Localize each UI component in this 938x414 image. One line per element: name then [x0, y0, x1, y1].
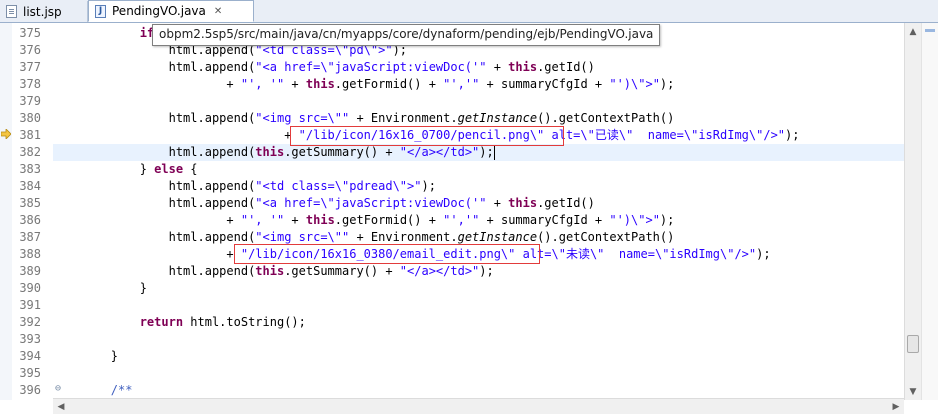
- tab-label: list.jsp: [23, 4, 62, 19]
- line-number-gutter: 375 376 377 378 379 380 381 382 383 384 385 386 387 3…: [12, 23, 61, 400]
- editor-tab-bar: list.jsp J PendingVO.java ✕: [0, 0, 938, 23]
- annotation-box-email-edit-path: [234, 244, 540, 264]
- tab-pendingvo-java[interactable]: J PendingVO.java ✕: [88, 0, 254, 22]
- code-line[interactable]: /**: [53, 382, 904, 399]
- code-line[interactable]: [53, 365, 904, 382]
- scroll-right-icon[interactable]: ▶: [888, 399, 904, 414]
- line-number: 396: [19, 383, 41, 397]
- code-line[interactable]: + "', '" + this.getFormid() + "','" + su…: [53, 76, 904, 93]
- code-line[interactable]: } else {: [53, 161, 904, 178]
- line-number: 393: [19, 332, 41, 346]
- code-line[interactable]: }: [53, 348, 904, 365]
- vertical-scroll-thumb[interactable]: [907, 335, 919, 353]
- line-number: 392: [19, 315, 41, 329]
- vertical-scrollbar[interactable]: ▲ ▼: [904, 23, 921, 400]
- line-number: 395: [19, 366, 41, 380]
- code-line[interactable]: html.append(this.getSummary() + "</a></t…: [53, 263, 904, 280]
- line-number: 379: [19, 94, 41, 108]
- code-line[interactable]: html.append(this.getSummary() + "</a></t…: [53, 144, 904, 161]
- code-line[interactable]: [53, 331, 904, 348]
- line-number: 389: [19, 264, 41, 278]
- line-number: 385: [19, 196, 41, 210]
- java-file-icon: J: [95, 4, 106, 18]
- code-line[interactable]: [53, 93, 904, 110]
- scroll-up-icon[interactable]: ▲: [905, 23, 921, 40]
- file-path-tooltip: obpm2.5sp5/src/main/java/cn/myapps/core/…: [152, 24, 661, 46]
- line-number: 382: [19, 145, 41, 159]
- code-line[interactable]: }: [53, 280, 904, 297]
- text-caret: [493, 145, 495, 160]
- line-number: 387: [19, 230, 41, 244]
- scroll-left-icon[interactable]: ◀: [53, 399, 69, 414]
- overview-ruler[interactable]: [921, 23, 938, 400]
- line-number: 378: [19, 77, 41, 91]
- line-number: 383: [19, 162, 41, 176]
- tab-list-jsp[interactable]: list.jsp: [0, 1, 88, 22]
- line-number: 375: [19, 26, 41, 40]
- code-line[interactable]: html.append("<a href=\"javaScript:viewDo…: [53, 59, 904, 76]
- code-line[interactable]: html.append("<img src=\"" + Environment.…: [53, 110, 904, 127]
- code-line[interactable]: return html.toString();: [53, 314, 904, 331]
- horizontal-scrollbar[interactable]: ◀ ▶: [53, 398, 904, 414]
- scroll-down-icon[interactable]: ▼: [905, 383, 921, 400]
- line-number: 391: [19, 298, 41, 312]
- line-number: 376: [19, 43, 41, 57]
- line-number: 390: [19, 281, 41, 295]
- line-number: 394: [19, 349, 41, 363]
- code-editor[interactable]: 375 376 377 378 379 380 381 382 383 384 385 386 387 3…: [0, 23, 938, 400]
- line-number: 380: [19, 111, 41, 125]
- overview-mark[interactable]: [925, 29, 935, 32]
- code-line[interactable]: html.append("<a href=\"javaScript:viewDo…: [53, 195, 904, 212]
- code-line[interactable]: [53, 297, 904, 314]
- line-number: 388: [19, 247, 41, 261]
- close-icon[interactable]: ✕: [214, 6, 222, 17]
- code-line[interactable]: html.append("<td class=\"pdread\">");: [53, 178, 904, 195]
- annotation-box-pencil-path: [290, 126, 564, 146]
- line-number: 381: [19, 128, 41, 142]
- line-number: 377: [19, 60, 41, 74]
- line-number: 384: [19, 179, 41, 193]
- code-line[interactable]: + "', '" + this.getFormid() + "','" + su…: [53, 212, 904, 229]
- jsp-file-icon: [6, 5, 17, 18]
- tab-label: PendingVO.java: [112, 4, 206, 18]
- line-number: 386: [19, 213, 41, 227]
- code-text-area[interactable]: if html.append("<td class=\"pd\">"); htm…: [53, 23, 904, 400]
